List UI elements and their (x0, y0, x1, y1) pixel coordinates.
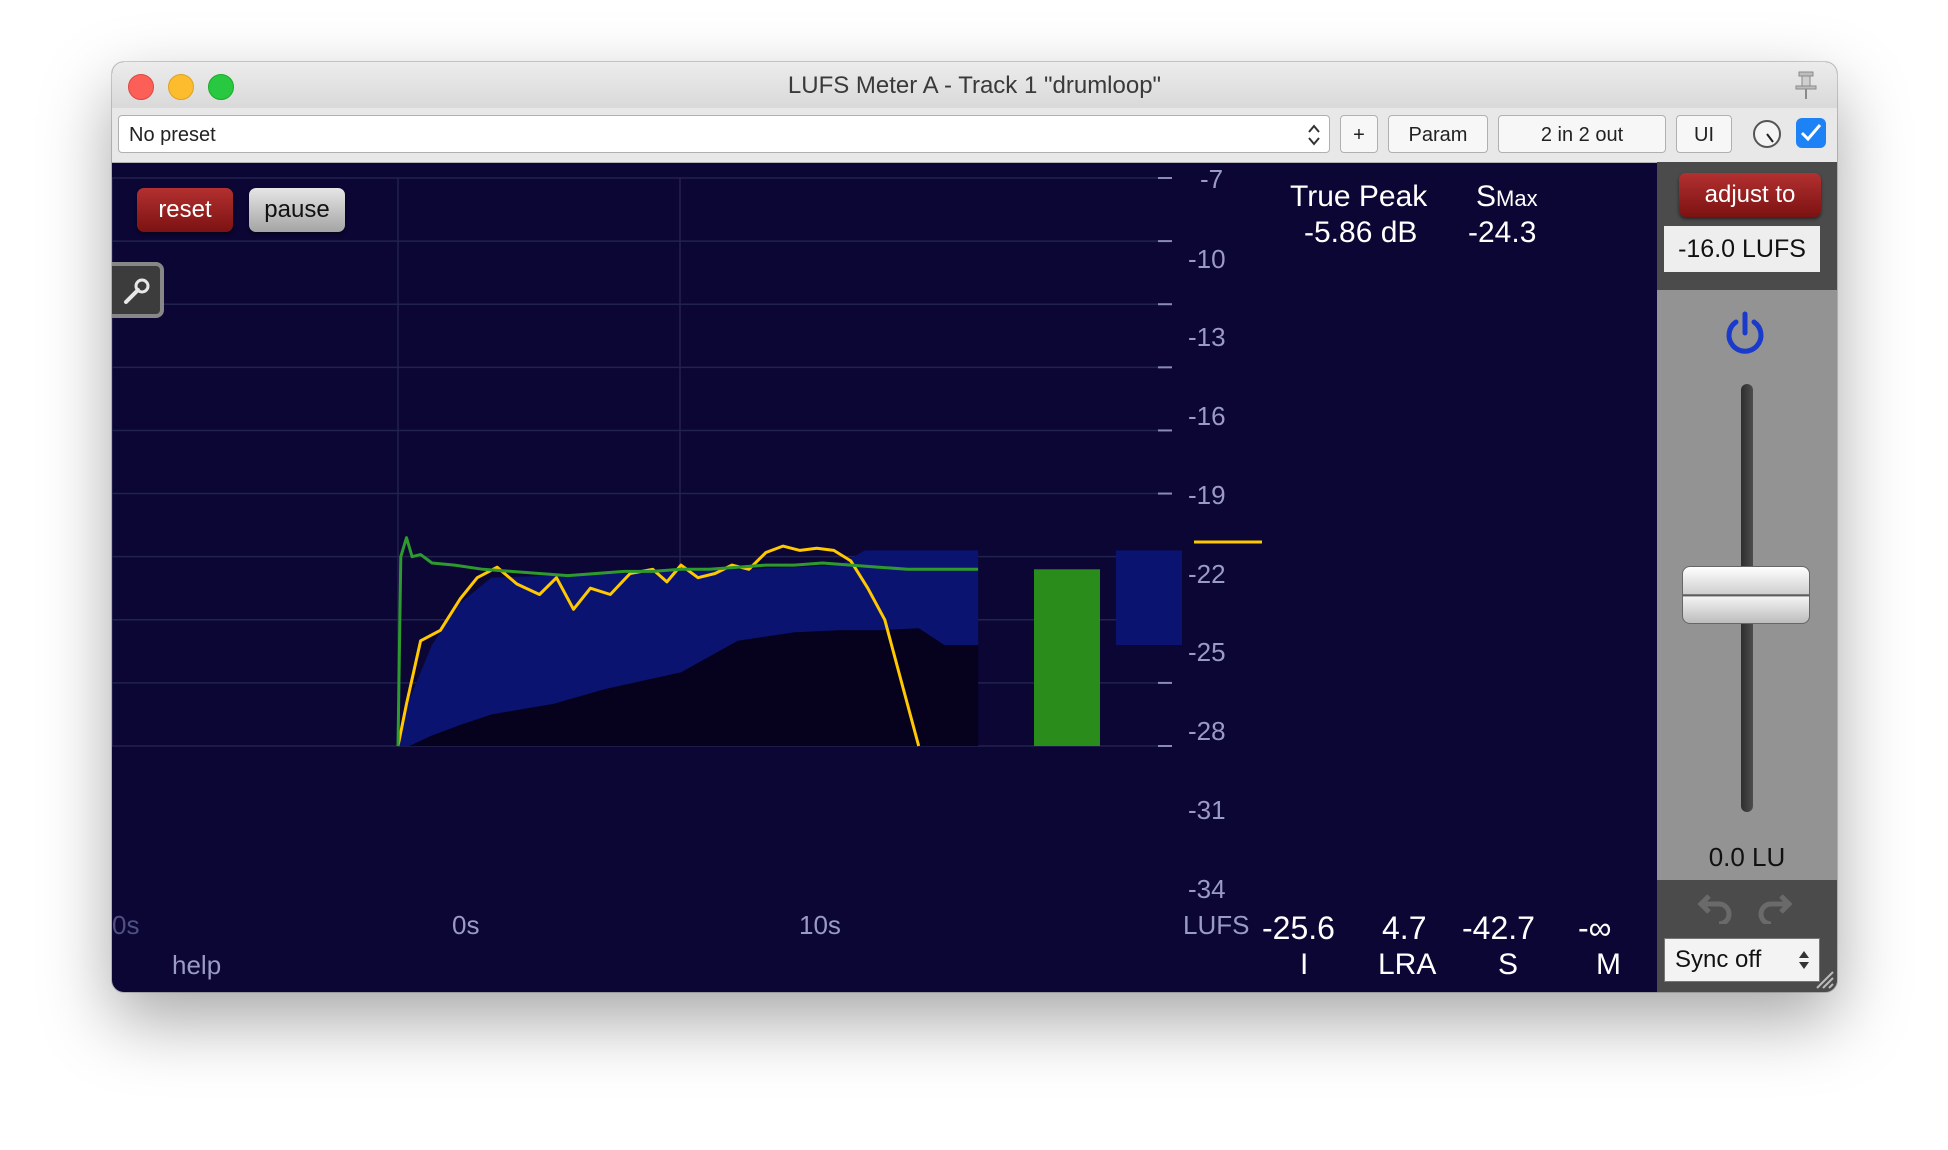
plugin-toolbar: No preset + Param 2 in 2 out UI (112, 108, 1837, 163)
preset-label: No preset (129, 124, 216, 146)
power-icon[interactable] (1720, 309, 1770, 359)
preset-select[interactable]: No preset (118, 115, 1330, 153)
updown-arrows-icon (1308, 124, 1320, 146)
y-tick-label: -10 (1188, 244, 1226, 274)
x-tick-label: 0s (112, 910, 140, 940)
loudness-history-graph (112, 177, 1262, 747)
param-button[interactable]: Param (1388, 115, 1488, 153)
target-panel: adjust to -16.0 LUFS (1657, 162, 1837, 290)
y-tick-label: -19 (1188, 480, 1226, 510)
y-tick-label: -31 (1188, 795, 1226, 825)
true-peak-value: -5.86 dB (1304, 216, 1418, 249)
title-bar: LUFS Meter A - Track 1 "drumloop" (112, 62, 1837, 108)
adjust-to-button[interactable]: adjust to (1679, 173, 1821, 217)
gain-lu-readout: 0.0 LU (1708, 842, 1786, 872)
integrated-value: -25.6 (1262, 910, 1335, 946)
smax-label: SMax (1476, 180, 1538, 214)
meter-bars (1034, 540, 1262, 746)
updown-arrows-icon (1799, 951, 1809, 969)
y-tick-label: -34 (1188, 874, 1226, 904)
short-term-label: S (1498, 948, 1519, 981)
settings-button[interactable] (112, 262, 164, 318)
sync-label: Sync off (1675, 946, 1762, 973)
y-tick-label: -28 (1188, 716, 1226, 746)
integrated-label: I (1300, 948, 1309, 981)
short-term-value: -42.7 (1462, 910, 1535, 946)
x-tick-label: 0s (452, 910, 480, 940)
y-tick-label: -7 (1200, 164, 1224, 194)
smax-subscript: Max (1496, 186, 1538, 211)
momentary-label: M (1596, 948, 1621, 981)
checkmark-icon (1800, 124, 1822, 142)
smax-value: -24.3 (1468, 216, 1537, 249)
wet-dry-knob-icon[interactable] (1751, 118, 1783, 150)
redo-icon[interactable] (1753, 890, 1793, 924)
y-tick-label: -13 (1188, 322, 1226, 352)
window-title: LUFS Meter A - Track 1 "drumloop" (787, 72, 1162, 99)
undo-icon[interactable] (1697, 890, 1737, 924)
lra-label: LRA (1378, 948, 1437, 981)
lra-value: 4.7 (1382, 910, 1427, 946)
reset-button[interactable]: reset (137, 188, 233, 232)
integrated-meter-bar (1034, 569, 1100, 746)
plugin-window: LUFS Meter A - Track 1 "drumloop" No pre… (112, 62, 1837, 992)
lra-meter-bar (1116, 550, 1182, 646)
x-tick-label: 10s (799, 910, 841, 940)
pin-icon[interactable] (1793, 70, 1819, 100)
true-peak-label: True Peak (1290, 180, 1428, 213)
smax-letter: S (1476, 180, 1497, 213)
momentary-value: -∞ (1578, 910, 1612, 946)
wrench-icon (124, 278, 150, 304)
resize-grip-icon[interactable] (1813, 968, 1835, 990)
gain-fader-thumb[interactable] (1682, 566, 1810, 624)
ui-button[interactable]: UI (1676, 115, 1732, 153)
unit-label: LUFS (1183, 910, 1250, 940)
bypass-checkbox[interactable] (1796, 118, 1826, 148)
y-tick-label: -25 (1188, 637, 1226, 667)
io-config-button[interactable]: 2 in 2 out (1498, 115, 1666, 153)
target-loudness-field[interactable]: -16.0 LUFS (1664, 226, 1820, 272)
pause-button[interactable]: pause (249, 188, 345, 232)
sync-panel: Sync off (1657, 880, 1837, 992)
y-tick-label: -16 (1188, 401, 1226, 431)
y-tick-label: -22 (1188, 559, 1226, 589)
help-link[interactable]: help (172, 950, 221, 981)
sync-select[interactable]: Sync off (1664, 938, 1820, 982)
add-preset-button[interactable]: + (1340, 115, 1378, 153)
target-sidebar: adjust to -16.0 LUFS 0.0 LU Sync off (1657, 162, 1837, 992)
